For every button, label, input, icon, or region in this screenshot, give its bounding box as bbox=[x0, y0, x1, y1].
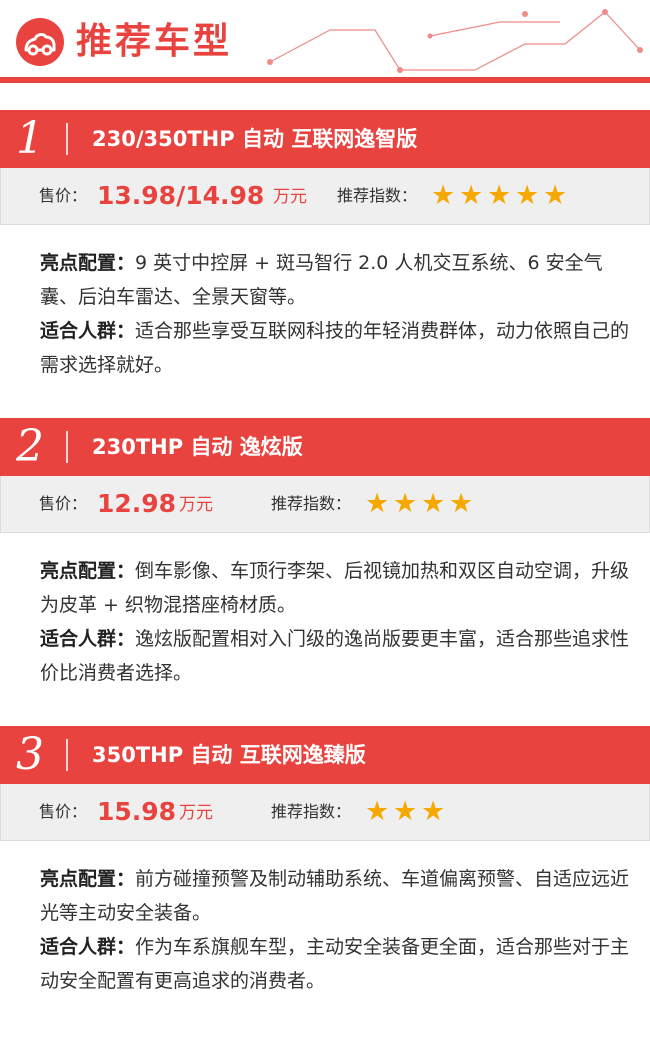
audience-paragraph: 适合人群：作为车系旗舰车型，主动安全装备更全面，适合那些对于主动安全配置有更高追… bbox=[40, 930, 630, 998]
star-icon: ★ bbox=[393, 796, 418, 827]
banner-divider bbox=[66, 739, 68, 771]
banner-divider bbox=[66, 431, 68, 463]
price-label: 售价： bbox=[39, 802, 88, 821]
price-unit: 万元 bbox=[273, 187, 307, 207]
trim-number: 2 bbox=[16, 421, 44, 472]
price-label: 售价： bbox=[39, 494, 88, 513]
banner-divider bbox=[66, 123, 68, 155]
header-underline bbox=[0, 77, 650, 83]
trim-number: 3 bbox=[16, 729, 44, 780]
rating-label: 推荐指数： bbox=[271, 802, 352, 821]
star-icon: ★ bbox=[543, 180, 568, 211]
rating-stars: ★ ★ ★ ★ bbox=[365, 488, 477, 519]
star-icon: ★ bbox=[459, 180, 484, 211]
star-icon: ★ bbox=[421, 488, 446, 519]
highlight-label: 亮点配置： bbox=[40, 560, 136, 582]
audience-label: 适合人群： bbox=[40, 320, 136, 342]
highlight-paragraph: 亮点配置：倒车影像、车顶行李架、后视镜加热和双区自动空调，升级为皮革 + 织物混… bbox=[40, 554, 630, 622]
price-unit: 万元 bbox=[179, 803, 213, 823]
trim-description: 亮点配置：9 英寸中控屏 + 斑马智行 2.0 人机交互系统、6 安全气囊、后泊… bbox=[40, 246, 630, 382]
audience-paragraph: 适合人群：适合那些享受互联网科技的年轻消费群体，动力依照自己的需求选择就好。 bbox=[40, 314, 630, 382]
highlight-label: 亮点配置： bbox=[40, 868, 136, 890]
star-icon: ★ bbox=[393, 488, 418, 519]
price-value: 15.98 bbox=[97, 797, 177, 826]
rating-stars: ★ ★ ★ bbox=[365, 796, 449, 827]
trim-description: 亮点配置：前方碰撞预警及制动辅助系统、车道偏离预警、自适应远近光等主动安全装备。… bbox=[40, 862, 630, 998]
audience-paragraph: 适合人群：逸炫版配置相对入门级的逸尚版要更丰富，适合那些追求性价比消费者选择。 bbox=[40, 622, 630, 690]
price-bar: 售价： 13.98/14.98 万元 推荐指数： ★ ★ ★ ★ ★ bbox=[0, 168, 650, 225]
highlight-label: 亮点配置： bbox=[40, 252, 136, 274]
star-icon: ★ bbox=[431, 180, 456, 211]
trim-name: 230THP 自动 逸炫版 bbox=[92, 435, 303, 459]
trim-banner: 2 230THP 自动 逸炫版 bbox=[0, 418, 650, 476]
page-header: 推荐车型 bbox=[0, 0, 650, 84]
price-value: 12.98 bbox=[97, 489, 177, 518]
rating-stars: ★ ★ ★ ★ ★ bbox=[431, 180, 571, 211]
trim-name: 350THP 自动 互联网逸臻版 bbox=[92, 743, 366, 767]
rating-label: 推荐指数： bbox=[337, 186, 418, 205]
star-icon: ★ bbox=[421, 796, 446, 827]
star-icon: ★ bbox=[515, 180, 540, 211]
decorative-lines bbox=[267, 9, 643, 73]
price-bar: 售价： 15.98 万元 推荐指数： ★ ★ ★ bbox=[0, 784, 650, 841]
rating-label: 推荐指数： bbox=[271, 494, 352, 513]
price-unit: 万元 bbox=[179, 495, 213, 515]
trim-number: 1 bbox=[16, 113, 44, 164]
star-icon: ★ bbox=[449, 488, 474, 519]
price-label: 售价： bbox=[39, 186, 88, 205]
trim-name: 230/350THP 自动 互联网逸智版 bbox=[92, 127, 418, 151]
price-value: 13.98/14.98 bbox=[97, 181, 265, 210]
star-icon: ★ bbox=[365, 488, 390, 519]
highlight-paragraph: 亮点配置：前方碰撞预警及制动辅助系统、车道偏离预警、自适应远近光等主动安全装备。 bbox=[40, 862, 630, 930]
trim-banner: 1 230/350THP 自动 互联网逸智版 bbox=[0, 110, 650, 168]
star-icon: ★ bbox=[487, 180, 512, 211]
star-icon: ★ bbox=[365, 796, 390, 827]
trim-banner: 3 350THP 自动 互联网逸臻版 bbox=[0, 726, 650, 784]
audience-label: 适合人群： bbox=[40, 936, 136, 958]
price-bar: 售价： 12.98 万元 推荐指数： ★ ★ ★ ★ bbox=[0, 476, 650, 533]
audience-label: 适合人群： bbox=[40, 628, 136, 650]
trim-description: 亮点配置：倒车影像、车顶行李架、后视镜加热和双区自动空调，升级为皮革 + 织物混… bbox=[40, 554, 630, 690]
highlight-paragraph: 亮点配置：9 英寸中控屏 + 斑马智行 2.0 人机交互系统、6 安全气囊、后泊… bbox=[40, 246, 630, 314]
